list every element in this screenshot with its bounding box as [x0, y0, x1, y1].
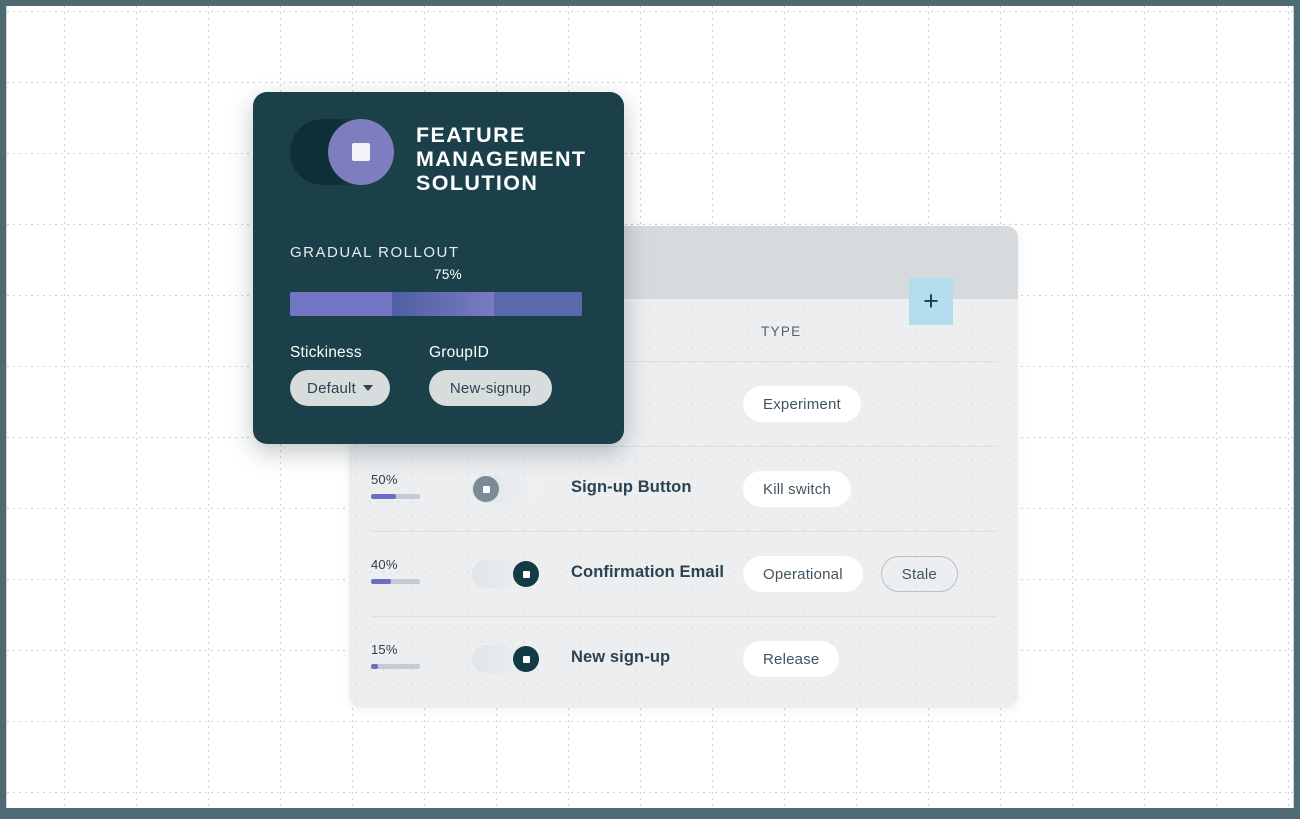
- column-header-type: TYPE: [761, 324, 801, 339]
- grid-line-horizontal: [7, 721, 1293, 722]
- status-badge[interactable]: Kill switch: [743, 471, 851, 507]
- rollout-percent-text: 50%: [371, 472, 441, 487]
- toggle-knob-square-icon: [523, 656, 530, 663]
- rollout-mini-bar: [371, 664, 420, 669]
- flag-toggle-switch[interactable]: [472, 475, 540, 503]
- flag-name: Sign-up Button: [571, 478, 692, 497]
- rollout-mini-bar-fill: [371, 494, 396, 499]
- toggle-knob-square-icon: [352, 143, 370, 161]
- table-row[interactable]: 15% New sign-up Release: [371, 617, 996, 702]
- rollout-segment-1: [290, 292, 392, 316]
- table-row[interactable]: 40% Confirmation Email Operational Stale: [371, 532, 996, 617]
- chevron-down-icon: [363, 385, 373, 391]
- status-badge[interactable]: Stale: [881, 556, 958, 592]
- rollout-segment-3: [494, 292, 582, 316]
- design-canvas: + TYPE Experiment 50% Sign-up Button Kill s…: [6, 6, 1294, 808]
- grid-line-horizontal: [7, 153, 1293, 154]
- toggle-knob-square-icon: [523, 571, 530, 578]
- grid-line-vertical: [208, 6, 209, 808]
- card-header: FEATURE MANAGEMENT SOLUTION: [290, 119, 600, 195]
- grid-line-vertical: [1288, 6, 1289, 808]
- rollout-percent-label: 75%: [290, 267, 582, 282]
- grid-line-horizontal: [7, 82, 1293, 83]
- toggle-knob: [513, 561, 539, 587]
- grid-line-vertical: [1072, 6, 1073, 808]
- toggle-knob: [513, 646, 539, 672]
- toggle-knob: [328, 119, 394, 185]
- toggle-knob-square-icon: [483, 486, 490, 493]
- card-title: FEATURE MANAGEMENT SOLUTION: [416, 119, 600, 195]
- plus-icon: +: [923, 288, 939, 315]
- status-badge[interactable]: Release: [743, 641, 839, 677]
- flag-toggle-switch[interactable]: [472, 645, 540, 673]
- table-row[interactable]: 50% Sign-up Button Kill switch: [371, 447, 996, 532]
- stickiness-value: Default: [307, 380, 356, 397]
- rollout-percent-value: 75%: [434, 267, 462, 282]
- grid-line-vertical: [64, 6, 65, 808]
- rollout-progress-bar[interactable]: [290, 292, 582, 316]
- groupid-value: New-signup: [450, 380, 531, 397]
- grid-line-vertical: [1144, 6, 1145, 808]
- rollout-mini-bar-fill: [371, 579, 391, 584]
- groupid-value-button[interactable]: New-signup: [429, 370, 552, 406]
- rollout-percent-text: 40%: [371, 557, 441, 572]
- rollout-mini-bar-fill: [371, 664, 378, 669]
- toggle-knob: [473, 476, 499, 502]
- flag-name: Confirmation Email: [571, 563, 724, 582]
- rollout-mini-bar: [371, 579, 420, 584]
- flag-type-badges: Release: [743, 641, 839, 677]
- flag-toggle-switch[interactable]: [472, 560, 540, 588]
- rollout-mini-bar: [371, 494, 420, 499]
- status-badge[interactable]: Experiment: [743, 386, 861, 422]
- feature-management-card: FEATURE MANAGEMENT SOLUTION GRADUAL ROLL…: [253, 92, 624, 444]
- master-toggle-switch[interactable]: [290, 119, 394, 185]
- rollout-segment-2: [392, 292, 494, 316]
- status-badge[interactable]: Operational: [743, 556, 863, 592]
- grid-line-horizontal: [7, 11, 1293, 12]
- rollout-percent-cell: 15%: [371, 642, 441, 669]
- grid-line-vertical: [1216, 6, 1217, 808]
- grid-line-horizontal: [7, 792, 1293, 793]
- groupid-label: GroupID: [429, 344, 489, 362]
- flag-name: New sign-up: [571, 648, 670, 667]
- grid-line-horizontal: [7, 224, 1293, 225]
- stickiness-label: Stickiness: [290, 344, 362, 362]
- gradual-rollout-label: GRADUAL ROLLOUT: [290, 244, 459, 261]
- app-window-frame: + TYPE Experiment 50% Sign-up Button Kill s…: [0, 0, 1300, 819]
- rollout-percent-text: 15%: [371, 642, 441, 657]
- flag-type-badges: Operational Stale: [743, 556, 958, 592]
- flag-type-badges: Experiment: [743, 386, 861, 422]
- grid-line-vertical: [136, 6, 137, 808]
- flag-type-badges: Kill switch: [743, 471, 851, 507]
- rollout-percent-cell: 50%: [371, 472, 441, 499]
- stickiness-dropdown[interactable]: Default: [290, 370, 390, 406]
- rollout-percent-cell: 40%: [371, 557, 441, 584]
